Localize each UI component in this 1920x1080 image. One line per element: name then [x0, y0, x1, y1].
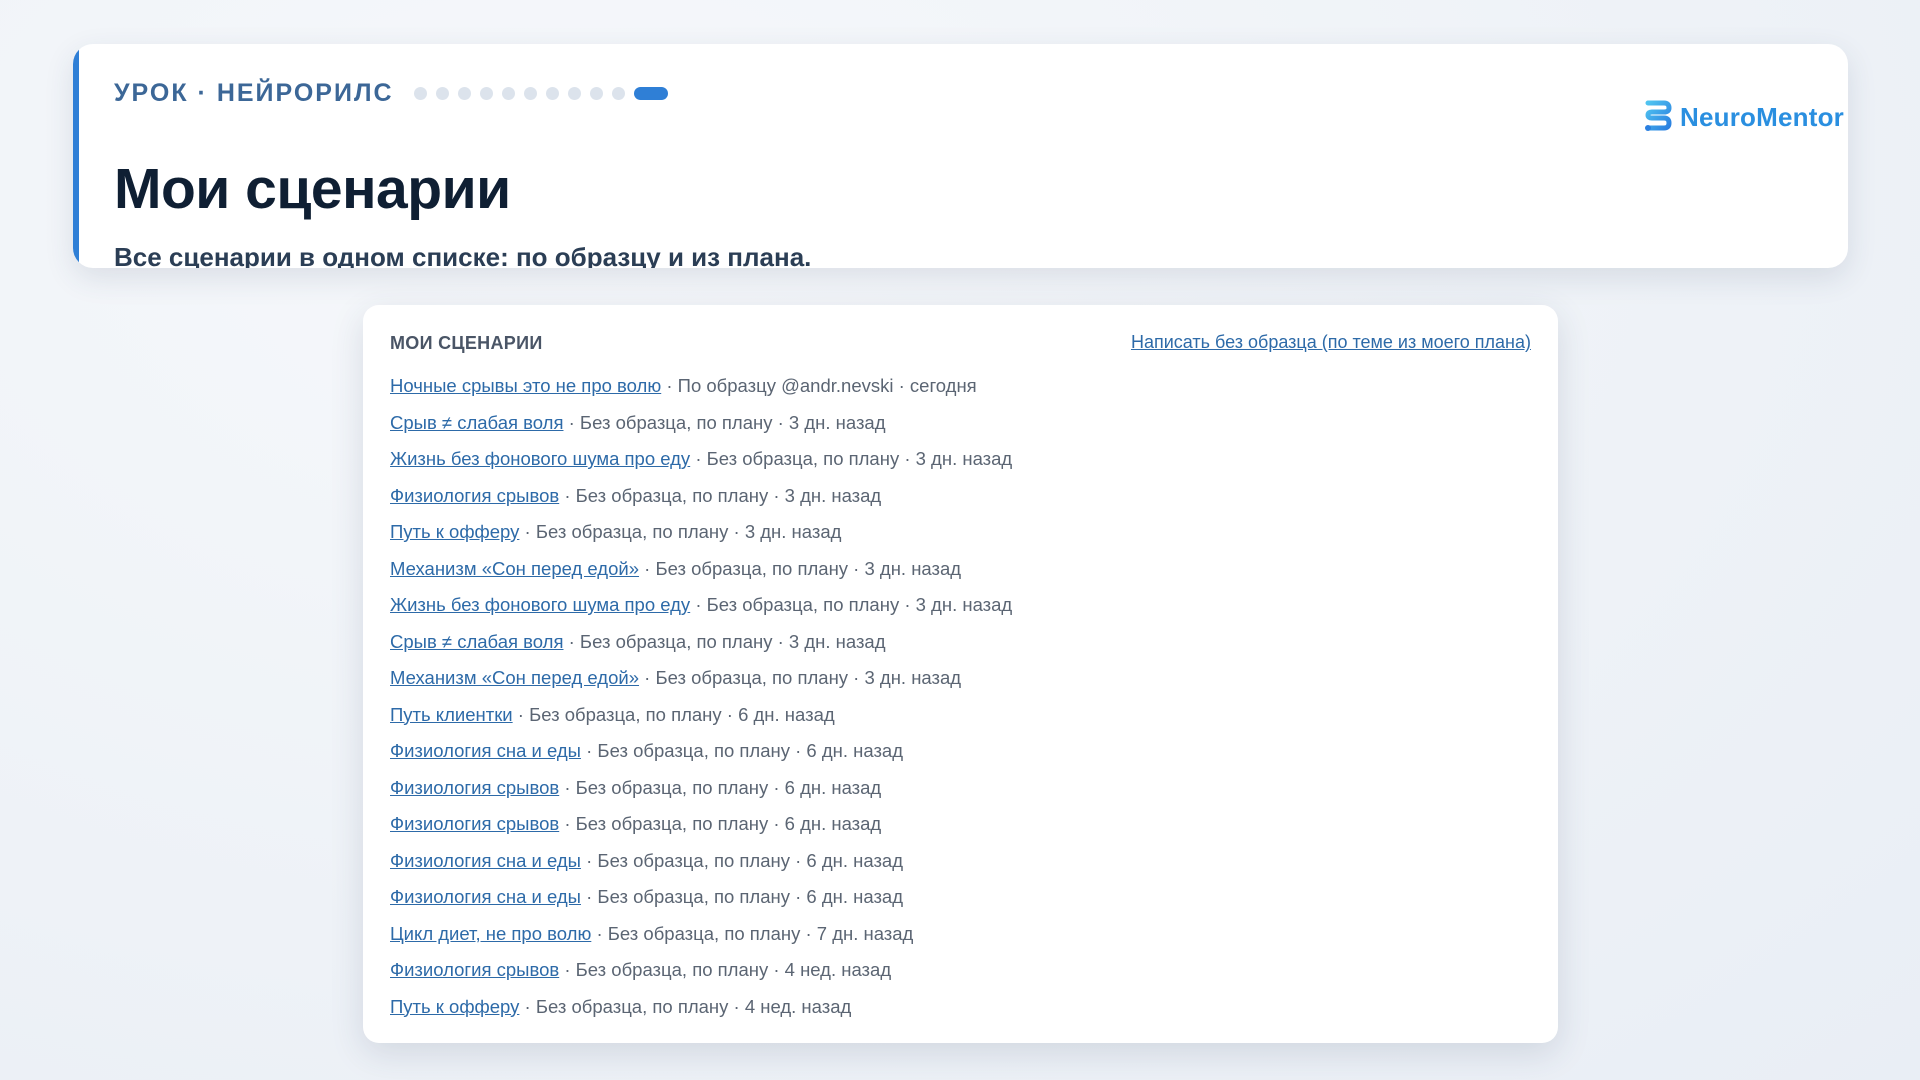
brand-logo: NeuroMentor [1642, 100, 1844, 134]
scenario-meta: · Без образца, по плану · 3 дн. назад [639, 557, 962, 579]
scenario-item: Срыв ≠ слабая воля · Без образца, по пла… [390, 405, 1012, 442]
scenario-meta: · Без образца, по плану · 6 дн. назад [512, 703, 835, 725]
scenario-title-link[interactable]: Физиология срывов [390, 813, 559, 834]
scenario-meta: · Без образца, по плану · 3 дн. назад [563, 411, 886, 433]
progress-dot [457, 86, 471, 100]
lesson-progress [413, 86, 677, 100]
lesson-row: УРОК · НЕЙРОРИЛС [114, 78, 677, 108]
scenario-meta: · Без образца, по плану · 6 дн. назад [580, 886, 904, 907]
progress-dot [611, 86, 625, 100]
scenario-meta: · Без образца, по плану · 3 дн. назад [519, 521, 842, 542]
scenario-item: Ночные срывы это не про волю · По образц… [390, 368, 1012, 405]
page: УРОК · НЕЙРОРИЛС Мои сценарии Все сценар… [0, 0, 1920, 1080]
scenarios-card: МОИ СЦЕНАРИИ Написать без образца (по те… [363, 305, 1558, 1043]
scenario-item: Физиология срывов · Без образца, по план… [390, 952, 1012, 989]
page-title: Мои сценарии [114, 157, 511, 221]
scenario-item: Физиология срывов · Без образца, по план… [390, 806, 1012, 843]
scenario-title-link[interactable]: Ночные срывы это не про волю [390, 375, 661, 396]
scenario-title-link[interactable]: Механизм «Сон перед едой» [390, 667, 639, 688]
scenario-meta: · Без образца, по плану · 4 нед. назад [519, 995, 852, 1017]
scenario-title-link[interactable]: Жизнь без фонового шума про еду [390, 448, 690, 469]
scenario-item: Физиология срывов · Без образца, по план… [390, 770, 1012, 807]
lesson-header-card: УРОК · НЕЙРОРИЛС Мои сценарии Все сценар… [73, 44, 1848, 268]
scenario-meta: · Без образца, по плану · 6 дн. назад [559, 813, 882, 834]
scenario-title-link[interactable]: Путь к офферу [390, 996, 519, 1017]
scenario-item: Механизм «Сон перед едой» · Без образца,… [390, 551, 1012, 588]
scenario-meta: · Без образца, по плану · 4 нед. назад [559, 959, 892, 980]
scenarios-heading: МОИ СЦЕНАРИИ [390, 333, 543, 353]
scenario-meta: · Без образца, по плану · 3 дн. назад [563, 630, 886, 652]
scenario-title-link[interactable]: Физиология срывов [390, 485, 559, 506]
write-without-sample-link[interactable]: Написать без образца (по теме из моего п… [1131, 332, 1531, 353]
accent-bar [73, 44, 79, 268]
scenario-item: Физиология сна и еды · Без образца, по п… [390, 879, 1012, 916]
scenario-item: Физиология сна и еды · Без образца, по п… [390, 733, 1012, 770]
scenario-title-link[interactable]: Срыв ≠ слабая воля [390, 412, 563, 433]
scenario-meta: · Без образца, по плану · 7 дн. назад [591, 922, 914, 944]
scenario-meta: · По образцу @andr.nevski · сегодня [661, 375, 977, 396]
scenario-item: Путь клиентки · Без образца, по плану · … [390, 697, 1012, 734]
scenario-item: Физиология срывов · Без образца, по план… [390, 478, 1012, 515]
progress-dot [545, 86, 559, 100]
scenario-item: Срыв ≠ слабая воля · Без образца, по пла… [390, 624, 1012, 661]
progress-dot-current [633, 86, 668, 100]
scenario-meta: · Без образца, по плану · 3 дн. назад [639, 667, 962, 688]
scenario-meta: · Без образца, по плану · 6 дн. назад [580, 740, 904, 761]
scenario-item: Путь к офферу · Без образца, по плану · … [390, 989, 1012, 1026]
scenario-item: Жизнь без фонового шума про еду · Без об… [390, 441, 1012, 478]
scenario-meta: · Без образца, по плану · 3 дн. назад [690, 448, 1013, 469]
scenario-list: Ночные срывы это не про волю · По образц… [390, 368, 1012, 1025]
progress-dot [479, 86, 493, 100]
scenario-item: Путь к офферу · Без образца, по плану · … [390, 514, 1012, 551]
scenario-meta: · Без образца, по плану · 3 дн. назад [690, 594, 1013, 615]
progress-dot [413, 86, 427, 100]
neuromentor-logo-icon [1645, 100, 1672, 131]
scenario-title-link[interactable]: Путь к офферу [390, 521, 519, 542]
progress-dot [567, 86, 581, 100]
scenario-item: Цикл диет, не про волю · Без образца, по… [390, 916, 1012, 953]
progress-dot [589, 86, 603, 100]
scenario-item: Механизм «Сон перед едой» · Без образца,… [390, 660, 1012, 697]
scenario-title-link[interactable]: Путь клиентки [390, 704, 513, 725]
scenario-item: Жизнь без фонового шума про еду · Без об… [390, 587, 1012, 624]
scenario-title-link[interactable]: Физиология сна и еды [390, 740, 581, 761]
scenario-title-link[interactable]: Механизм «Сон перед едой» [390, 558, 639, 579]
scenario-title-link[interactable]: Жизнь без фонового шума про еду [390, 594, 690, 615]
page-subtitle: Все сценарии в одном списке: по образцу … [114, 242, 812, 268]
scenario-item: Физиология сна и еды · Без образца, по п… [390, 843, 1012, 880]
lesson-label: УРОК · НЕЙРОРИЛС [114, 78, 394, 107]
scenario-title-link[interactable]: Физиология сна и еды [390, 850, 581, 871]
scenario-meta: · Без образца, по плану · 6 дн. назад [580, 849, 904, 871]
scenario-meta: · Без образца, по плану · 6 дн. назад [559, 776, 882, 798]
scenario-title-link[interactable]: Цикл диет, не про волю [390, 923, 591, 944]
scenario-title-link[interactable]: Физиология сна и еды [390, 886, 581, 907]
scenario-title-link[interactable]: Срыв ≠ слабая воля [390, 631, 563, 652]
scenario-title-link[interactable]: Физиология срывов [390, 777, 559, 798]
progress-dot [435, 86, 449, 100]
brand-name: NeuroMentor [1680, 101, 1844, 132]
scenario-title-link[interactable]: Физиология срывов [390, 959, 559, 980]
progress-dot [523, 86, 537, 100]
scenario-meta: · Без образца, по плану · 3 дн. назад [559, 484, 882, 506]
progress-dot [501, 86, 515, 100]
